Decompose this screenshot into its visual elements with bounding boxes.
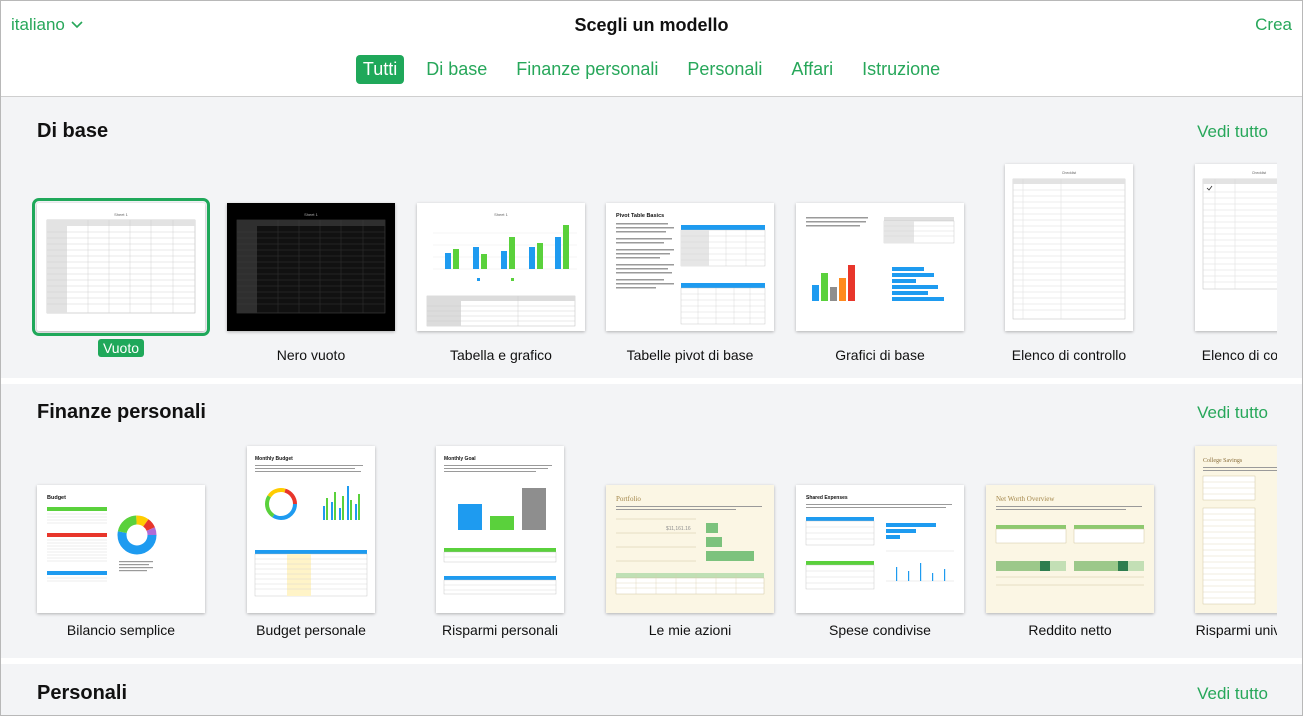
see-all-button[interactable]: Vedi tutto [1197, 403, 1268, 423]
see-all-button[interactable]: Vedi tutto [1197, 122, 1268, 142]
template-label: Risparmi personali [442, 622, 558, 638]
tab-affari[interactable]: Affari [784, 55, 840, 84]
sheet-title: Sheet 1 [114, 212, 129, 217]
template-thumbnail: Budget [37, 485, 205, 613]
shared-expenses-preview: Shared Expenses [805, 495, 954, 590]
template-label: Elenco di controllo [1201, 347, 1277, 363]
tab-finanze-personali[interactable]: Finanze personali [509, 55, 665, 84]
top-bar: italiano Scegli un modello Crea Tutti Di… [1, 1, 1302, 97]
template-thumbnail: Checklist [1195, 164, 1277, 331]
template-card-vuoto[interactable]: Sheet 1 Vuoto [32, 198, 210, 357]
language-label: italiano [11, 15, 65, 34]
template-label: Bilancio semplice [66, 622, 176, 638]
template-thumbnail: Net Worth Overview [986, 485, 1154, 613]
template-thumbnail: Sheet 1 [32, 198, 210, 336]
table-and-chart-preview: Sheet 1 [426, 212, 577, 327]
template-thumbnail: Monthly Budget [247, 446, 375, 613]
basic-charts-preview [806, 217, 955, 301]
template-thumbnail: Sheet 1 [227, 203, 395, 331]
template-card-budget-personale[interactable]: Monthly Budget Budget personale [247, 446, 375, 638]
template-card-risparmi-universitari[interactable]: College Savings Risparmi universitari [1195, 446, 1277, 638]
template-thumbnail: Sheet 1 [417, 203, 585, 331]
tab-istruzione[interactable]: Istruzione [855, 55, 947, 84]
see-all-button[interactable]: Vedi tutto [1197, 684, 1268, 704]
checklist-preview: Checklist [1202, 171, 1277, 290]
tab-personali[interactable]: Personali [680, 55, 769, 84]
template-card-elenco-di-controllo[interactable]: Checklist Elenco di controllo [1005, 164, 1133, 363]
thumb-heading: Checklist [1062, 171, 1076, 175]
category-tabs: Tutti Di base Finanze personali Personal… [1, 55, 1302, 84]
thumb-heading: Budget [47, 495, 66, 501]
portfolio-value: $11,161.16 [666, 526, 691, 532]
sheet-title: Sheet 1 [304, 212, 319, 217]
thumb-heading: College Savings [1203, 458, 1243, 464]
template-thumbnail: College Savings [1195, 446, 1277, 613]
template-thumbnail: Checklist [1005, 164, 1133, 331]
template-row: Budget Bilancio semplice Monthly Budget … [1, 434, 1277, 658]
portfolio-preview: Portfolio $11,161.16 [606, 485, 774, 613]
section-finanze-personali: Finanze personali Vedi tutto Budget Bila… [1, 384, 1302, 658]
thumb-heading: Portfolio [616, 495, 641, 503]
section-title: Personali [37, 682, 128, 704]
college-savings-preview: College Savings [1195, 446, 1277, 613]
dark-grid-preview: Sheet 1 [227, 203, 395, 331]
tab-tutti[interactable]: Tutti [355, 55, 405, 84]
template-card-tabelle-pivot[interactable]: Pivot Table Basics Tabelle pivot di base [606, 203, 774, 363]
thumb-heading: Checklist [1252, 171, 1266, 175]
template-label: Grafici di base [835, 347, 925, 363]
section-di-base: Di base Vedi tutto Sheet 1 Vuoto Sheet 1… [1, 97, 1302, 378]
template-card-bilancio-semplice[interactable]: Budget Bilancio semplice [37, 485, 205, 638]
template-label: Budget personale [256, 622, 366, 638]
section-title: Finanze personali [37, 401, 206, 423]
blank-grid-preview: Sheet 1 [46, 212, 196, 314]
section-title: Di base [37, 120, 109, 142]
monthly-goal-preview: Monthly Goal [443, 456, 557, 595]
template-card-grafici-di-base[interactable]: Grafici di base [796, 203, 964, 363]
template-thumbnail: Portfolio $11,161.16 [606, 485, 774, 613]
template-card-spese-condivise[interactable]: Shared Expenses Spese condivise [796, 485, 964, 638]
language-selector[interactable]: italiano [11, 15, 83, 35]
thumb-heading: Pivot Table Basics [616, 213, 664, 219]
template-card-elenco-di-controllo-2[interactable]: Checklist Elenco di controllo [1195, 164, 1277, 363]
template-label: Risparmi universitari [1195, 622, 1277, 638]
template-row: Sheet 1 Vuoto Sheet 1 Nero vuoto Sheet 1… [1, 157, 1277, 378]
thumb-heading: Shared Expenses [806, 495, 848, 501]
template-card-risparmi-personali[interactable]: Monthly Goal Risparmi personali [436, 446, 564, 638]
template-card-tabella-e-grafico[interactable]: Sheet 1 Tabella e grafico [417, 203, 585, 363]
pivot-table-preview: Pivot Table Basics [616, 213, 766, 325]
template-thumbnail: Shared Expenses [796, 485, 964, 613]
template-thumbnail: Pivot Table Basics [606, 203, 774, 331]
template-label: Elenco di controllo [1011, 347, 1127, 363]
chevron-down-icon [71, 21, 83, 29]
simple-budget-preview: Budget [47, 495, 157, 582]
sheet-title: Sheet 1 [494, 212, 509, 217]
page-title: Scegli un modello [574, 15, 729, 35]
net-worth-preview: Net Worth Overview [986, 485, 1154, 613]
thumb-heading: Monthly Goal [444, 456, 476, 462]
template-card-le-mie-azioni[interactable]: Portfolio $11,161.16 Le mie azioni [606, 485, 774, 638]
checklist-preview: Checklist [1012, 171, 1126, 320]
template-chooser-window: italiano Scegli un modello Crea Tutti Di… [0, 0, 1303, 716]
tab-di-base[interactable]: Di base [419, 55, 494, 84]
monthly-budget-preview: Monthly Budget [254, 456, 368, 597]
section-personali: Personali Vedi tutto [1, 664, 1302, 715]
template-label: Reddito netto [1028, 622, 1112, 638]
template-card-reddito-netto[interactable]: Net Worth Overview Reddito netto [986, 485, 1154, 638]
template-thumbnail: Monthly Goal [436, 446, 564, 613]
template-card-nero-vuoto[interactable]: Sheet 1 Nero vuoto [227, 203, 395, 363]
template-thumbnail [796, 203, 964, 331]
create-button[interactable]: Crea [1255, 15, 1292, 35]
thumb-heading: Net Worth Overview [996, 495, 1055, 503]
thumb-heading: Monthly Budget [255, 456, 293, 462]
